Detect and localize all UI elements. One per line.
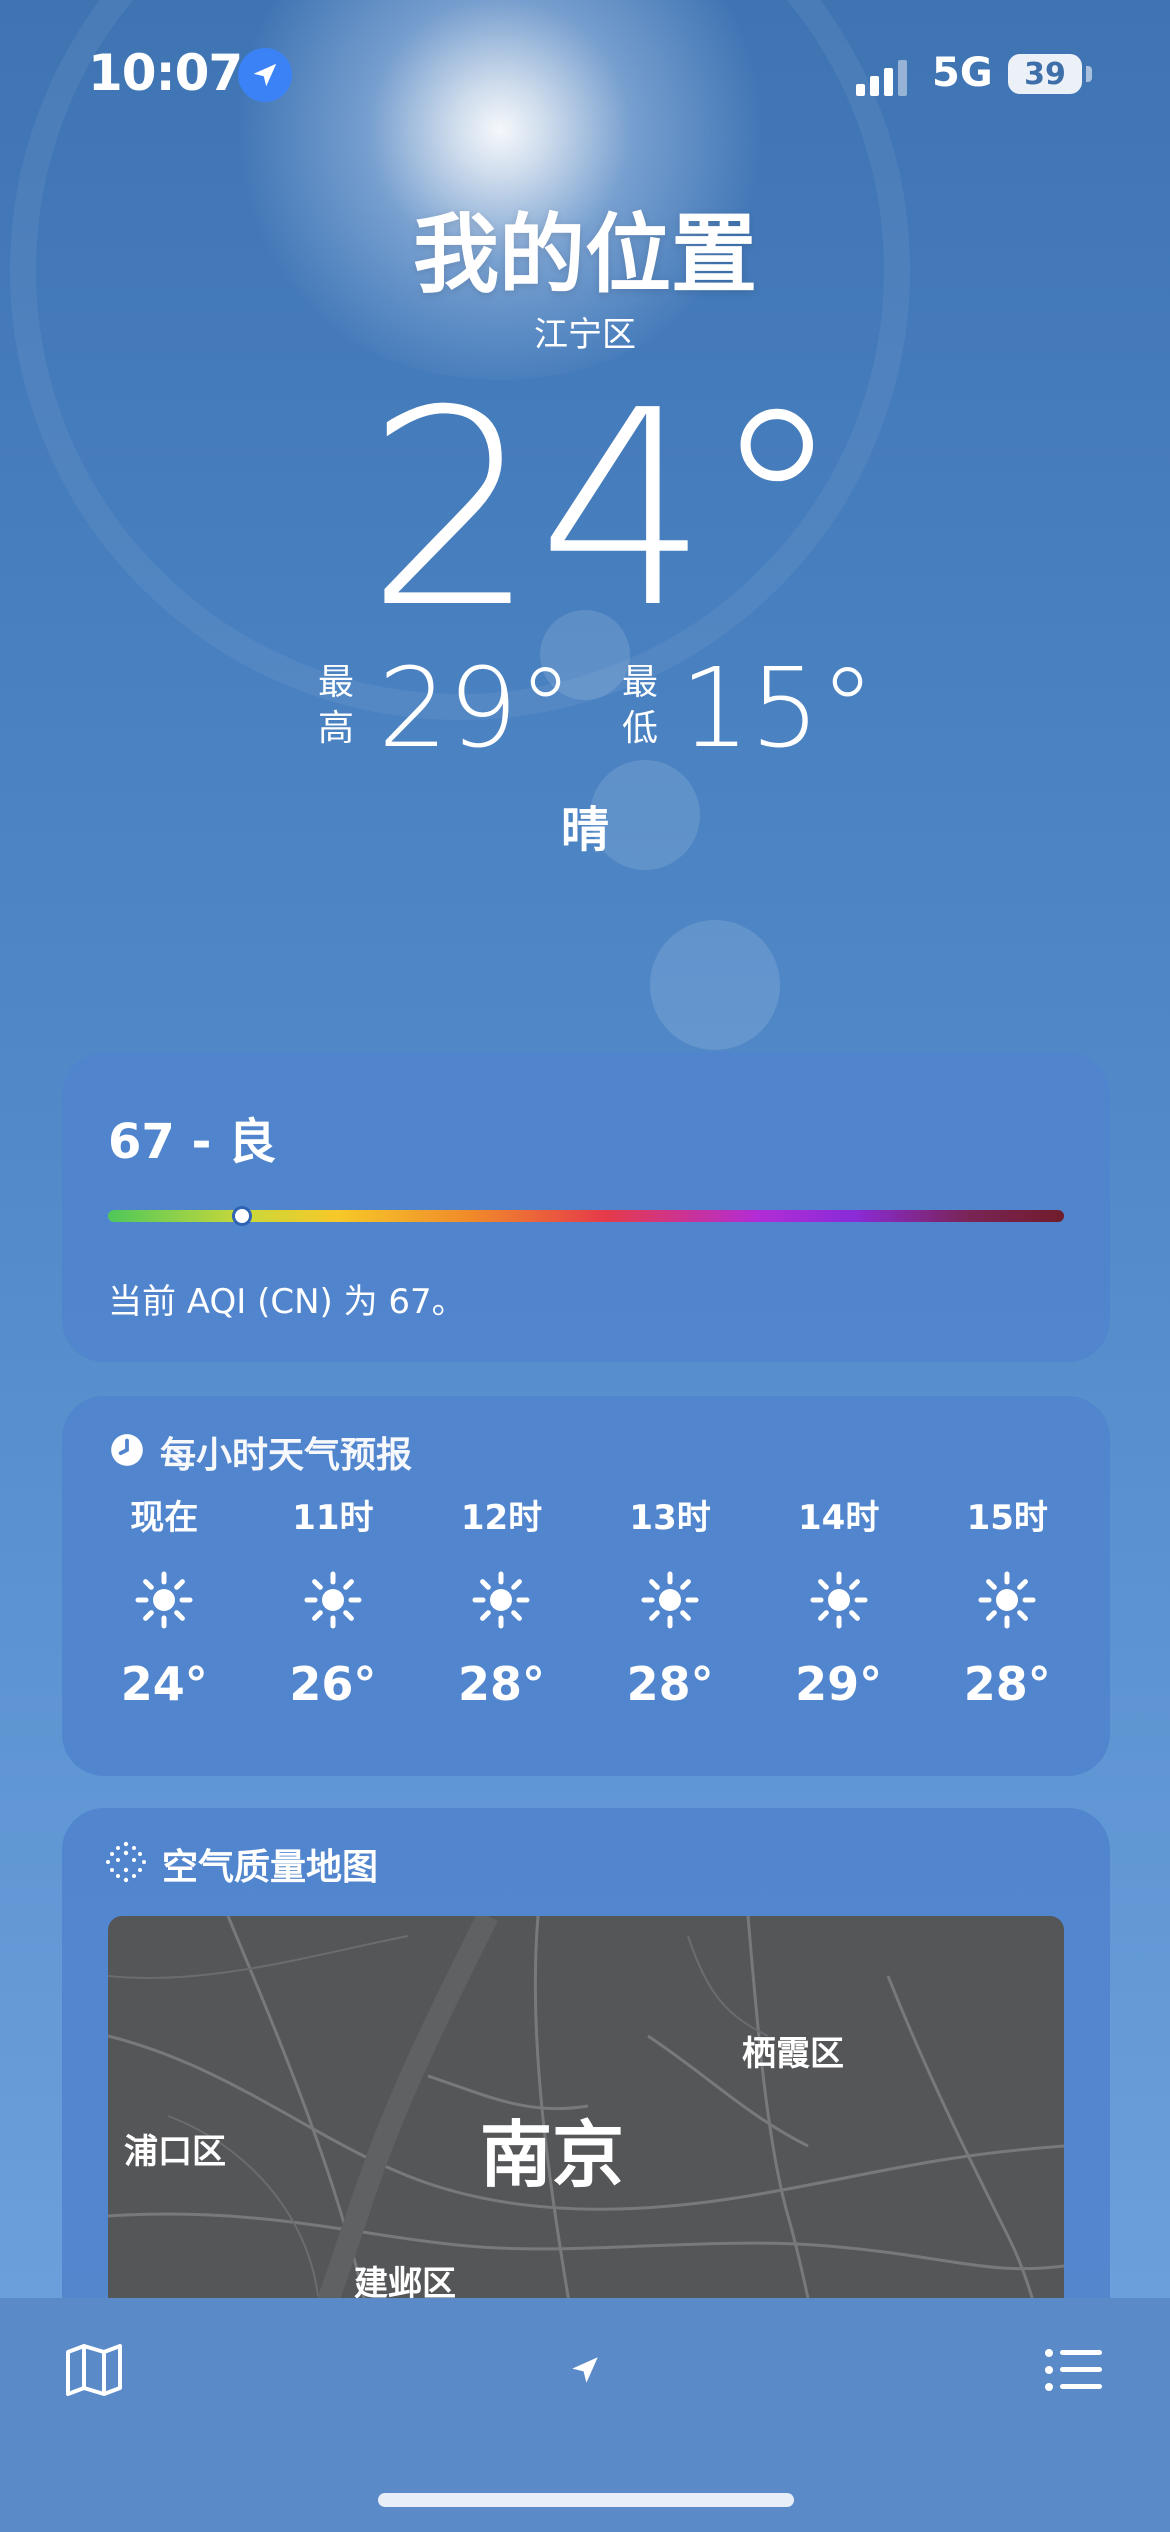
aqi-description: 当前 AQI (CN) 为 67。 xyxy=(108,1282,466,1322)
hour-label: 11时 xyxy=(292,1498,374,1538)
status-time: 10:07 xyxy=(88,44,243,102)
weather-condition: 晴 xyxy=(560,802,609,858)
hour-item: 11时 26° xyxy=(249,1496,418,1712)
hour-temperature: 28° xyxy=(457,1657,545,1711)
home-indicator xyxy=(378,2493,794,2507)
aqi-title: 67 - 良 xyxy=(108,1114,277,1170)
hour-label: 现在 xyxy=(130,1498,199,1538)
hour-item: 13时 28° xyxy=(586,1496,755,1712)
high-label: 最高 xyxy=(317,662,354,749)
sun-icon xyxy=(810,1571,868,1629)
lens-flare xyxy=(650,920,780,1050)
map-button[interactable] xyxy=(54,2332,134,2412)
hour-item: 15时 28° xyxy=(923,1496,1092,1712)
hourly-title: 每小时天气预报 xyxy=(160,1435,413,1476)
current-temperature: 24° xyxy=(365,352,845,667)
map-header: 空气质量地图 xyxy=(104,1838,378,1890)
low-temperature: 15° xyxy=(680,644,875,772)
dotted-grid-icon xyxy=(104,1840,148,1888)
location-arrow-icon xyxy=(568,2353,602,2391)
sun-icon xyxy=(472,1571,530,1629)
sun-icon xyxy=(304,1571,362,1629)
map-district-label: 栖霞区 xyxy=(742,2034,844,2074)
battery-indicator: 39 xyxy=(1008,54,1082,94)
aqi-scale-marker xyxy=(231,1206,252,1226)
air-quality-card[interactable]: 67 - 良 当前 AQI (CN) 为 67。 xyxy=(62,1052,1110,1362)
weather-header: 我的位置 江宁区 24° xyxy=(0,200,1170,660)
hour-temperature: 26° xyxy=(289,1657,377,1711)
map-district-label: 浦口区 xyxy=(124,2132,226,2172)
list-icon xyxy=(1044,2348,1104,2396)
hour-temperature: 28° xyxy=(626,1657,714,1711)
network-type: 5G xyxy=(932,50,993,96)
hour-item: 14时 29° xyxy=(754,1496,923,1712)
map-city-label: 南京 xyxy=(480,2113,625,2197)
clock-icon xyxy=(108,1431,146,1473)
hourly-header: 每小时天气预报 xyxy=(108,1426,412,1478)
map-title: 空气质量地图 xyxy=(162,1847,379,1888)
status-bar: 10:07 5G 39 xyxy=(0,0,1170,150)
sun-icon xyxy=(641,1571,699,1629)
sun-icon xyxy=(978,1571,1036,1629)
hour-item: 12时 28° xyxy=(417,1496,586,1712)
location-title: 我的位置 xyxy=(413,205,757,305)
hour-temperature: 24° xyxy=(120,1657,208,1711)
current-location-button[interactable] xyxy=(545,2332,625,2412)
hour-label: 12时 xyxy=(460,1498,543,1538)
city-list-button[interactable] xyxy=(1034,2332,1114,2412)
hour-label: 14时 xyxy=(798,1498,880,1538)
low-label: 最低 xyxy=(621,662,658,749)
location-arrow-icon xyxy=(238,48,292,102)
high-low-temps: 最高 29° 最低 15° xyxy=(0,648,1170,768)
hour-label: 15时 xyxy=(966,1498,1048,1538)
hourly-forecast-card[interactable]: 每小时天气预报 现在 24° 11时 26° 12时 28° 13时 28° 1… xyxy=(62,1396,1110,1776)
hour-temperature: 29° xyxy=(795,1657,883,1711)
battery-tip xyxy=(1086,66,1092,82)
hourly-list[interactable]: 现在 24° 11时 26° 12时 28° 13时 28° 14时 29° 1… xyxy=(80,1496,1092,1712)
hour-item: 现在 24° xyxy=(80,1496,249,1712)
map-icon xyxy=(64,2342,124,2402)
hour-temperature: 28° xyxy=(963,1657,1051,1711)
high-temperature: 29° xyxy=(378,644,573,772)
hour-label: 13时 xyxy=(629,1498,711,1538)
sun-icon xyxy=(135,1571,193,1629)
cellular-signal-icon xyxy=(854,58,914,98)
